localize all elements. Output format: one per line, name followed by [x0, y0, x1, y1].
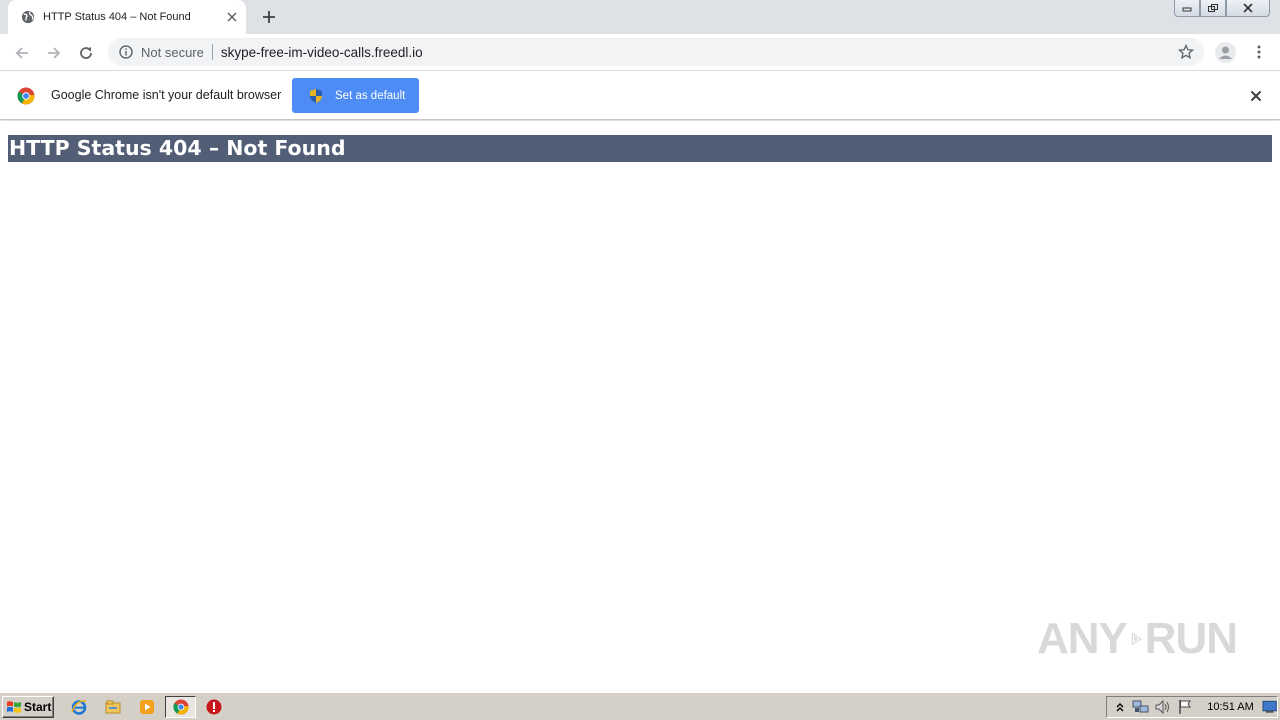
infobar-message: Google Chrome isn't your default browser	[51, 88, 282, 102]
internet-explorer-icon[interactable]	[70, 698, 88, 716]
infobar-close-icon[interactable]	[1248, 88, 1264, 104]
back-arrow-icon[interactable]	[10, 41, 34, 65]
info-icon[interactable]	[118, 44, 134, 60]
chrome-logo-icon	[17, 87, 35, 105]
show-hidden-icons-icon[interactable]	[1111, 698, 1128, 716]
tab-active[interactable]: HTTP Status 404 – Not Found	[8, 0, 246, 34]
file-explorer-icon[interactable]	[104, 698, 122, 716]
tab-close-icon[interactable]	[224, 9, 240, 25]
error-heading: HTTP Status 404 – Not Found	[8, 135, 1272, 162]
security-label[interactable]: Not secure	[141, 45, 204, 60]
address-bar[interactable]: Not secure skype-free-im-video-calls.fre…	[108, 38, 1204, 66]
bookmark-star-icon[interactable]	[1178, 44, 1194, 60]
reload-icon[interactable]	[74, 41, 98, 65]
network-icon[interactable]	[1132, 698, 1150, 716]
set-as-default-button[interactable]: Set as default	[292, 78, 419, 113]
media-player-icon[interactable]	[138, 698, 156, 716]
web-page: HTTP Status 404 – Not Found	[0, 121, 1280, 691]
window-controls	[1174, 0, 1270, 17]
tab-title: HTTP Status 404 – Not Found	[43, 11, 191, 23]
anyrun-watermark: ANY RUN	[1037, 607, 1238, 671]
globe-icon	[20, 9, 36, 25]
profile-avatar-icon[interactable]	[1215, 42, 1236, 63]
window-close-icon[interactable]	[1226, 0, 1270, 17]
chrome-taskbar-icon	[172, 699, 189, 715]
watermark-play-icon	[1131, 632, 1142, 646]
windows-flag-icon	[7, 701, 21, 713]
default-browser-infobar: Google Chrome isn't your default browser…	[0, 72, 1280, 120]
action-center-flag-icon[interactable]	[1176, 698, 1193, 716]
restore-icon[interactable]	[1200, 0, 1226, 17]
kebab-menu-icon[interactable]	[1250, 43, 1268, 61]
start-button[interactable]: Start	[2, 696, 54, 718]
taskbar-chrome-button[interactable]	[165, 696, 196, 718]
start-label: Start	[24, 700, 52, 714]
system-tray: 10:51 AM	[1106, 696, 1278, 718]
windows-taskbar: Start 10:51 AM	[0, 692, 1280, 720]
tab-strip: HTTP Status 404 – Not Found	[0, 0, 1280, 34]
forward-arrow-icon[interactable]	[42, 41, 66, 65]
taskbar-clock[interactable]: 10:51 AM	[1207, 701, 1253, 713]
new-tab-icon[interactable]	[259, 7, 279, 27]
volume-icon[interactable]	[1154, 698, 1172, 716]
set-as-default-label: Set as default	[335, 89, 406, 102]
url-text[interactable]: skype-free-im-video-calls.freedl.io	[221, 45, 423, 60]
watermark-text-left: ANY	[1037, 614, 1128, 663]
browser-toolbar: Not secure skype-free-im-video-calls.fre…	[0, 34, 1280, 71]
show-desktop-icon[interactable]	[1262, 700, 1277, 714]
uac-shield-icon	[308, 88, 324, 104]
stop-sign-app-icon[interactable]	[205, 698, 223, 716]
omnibox-separator	[211, 44, 213, 60]
minimize-icon[interactable]	[1174, 0, 1200, 17]
watermark-text-right: RUN	[1144, 614, 1238, 663]
